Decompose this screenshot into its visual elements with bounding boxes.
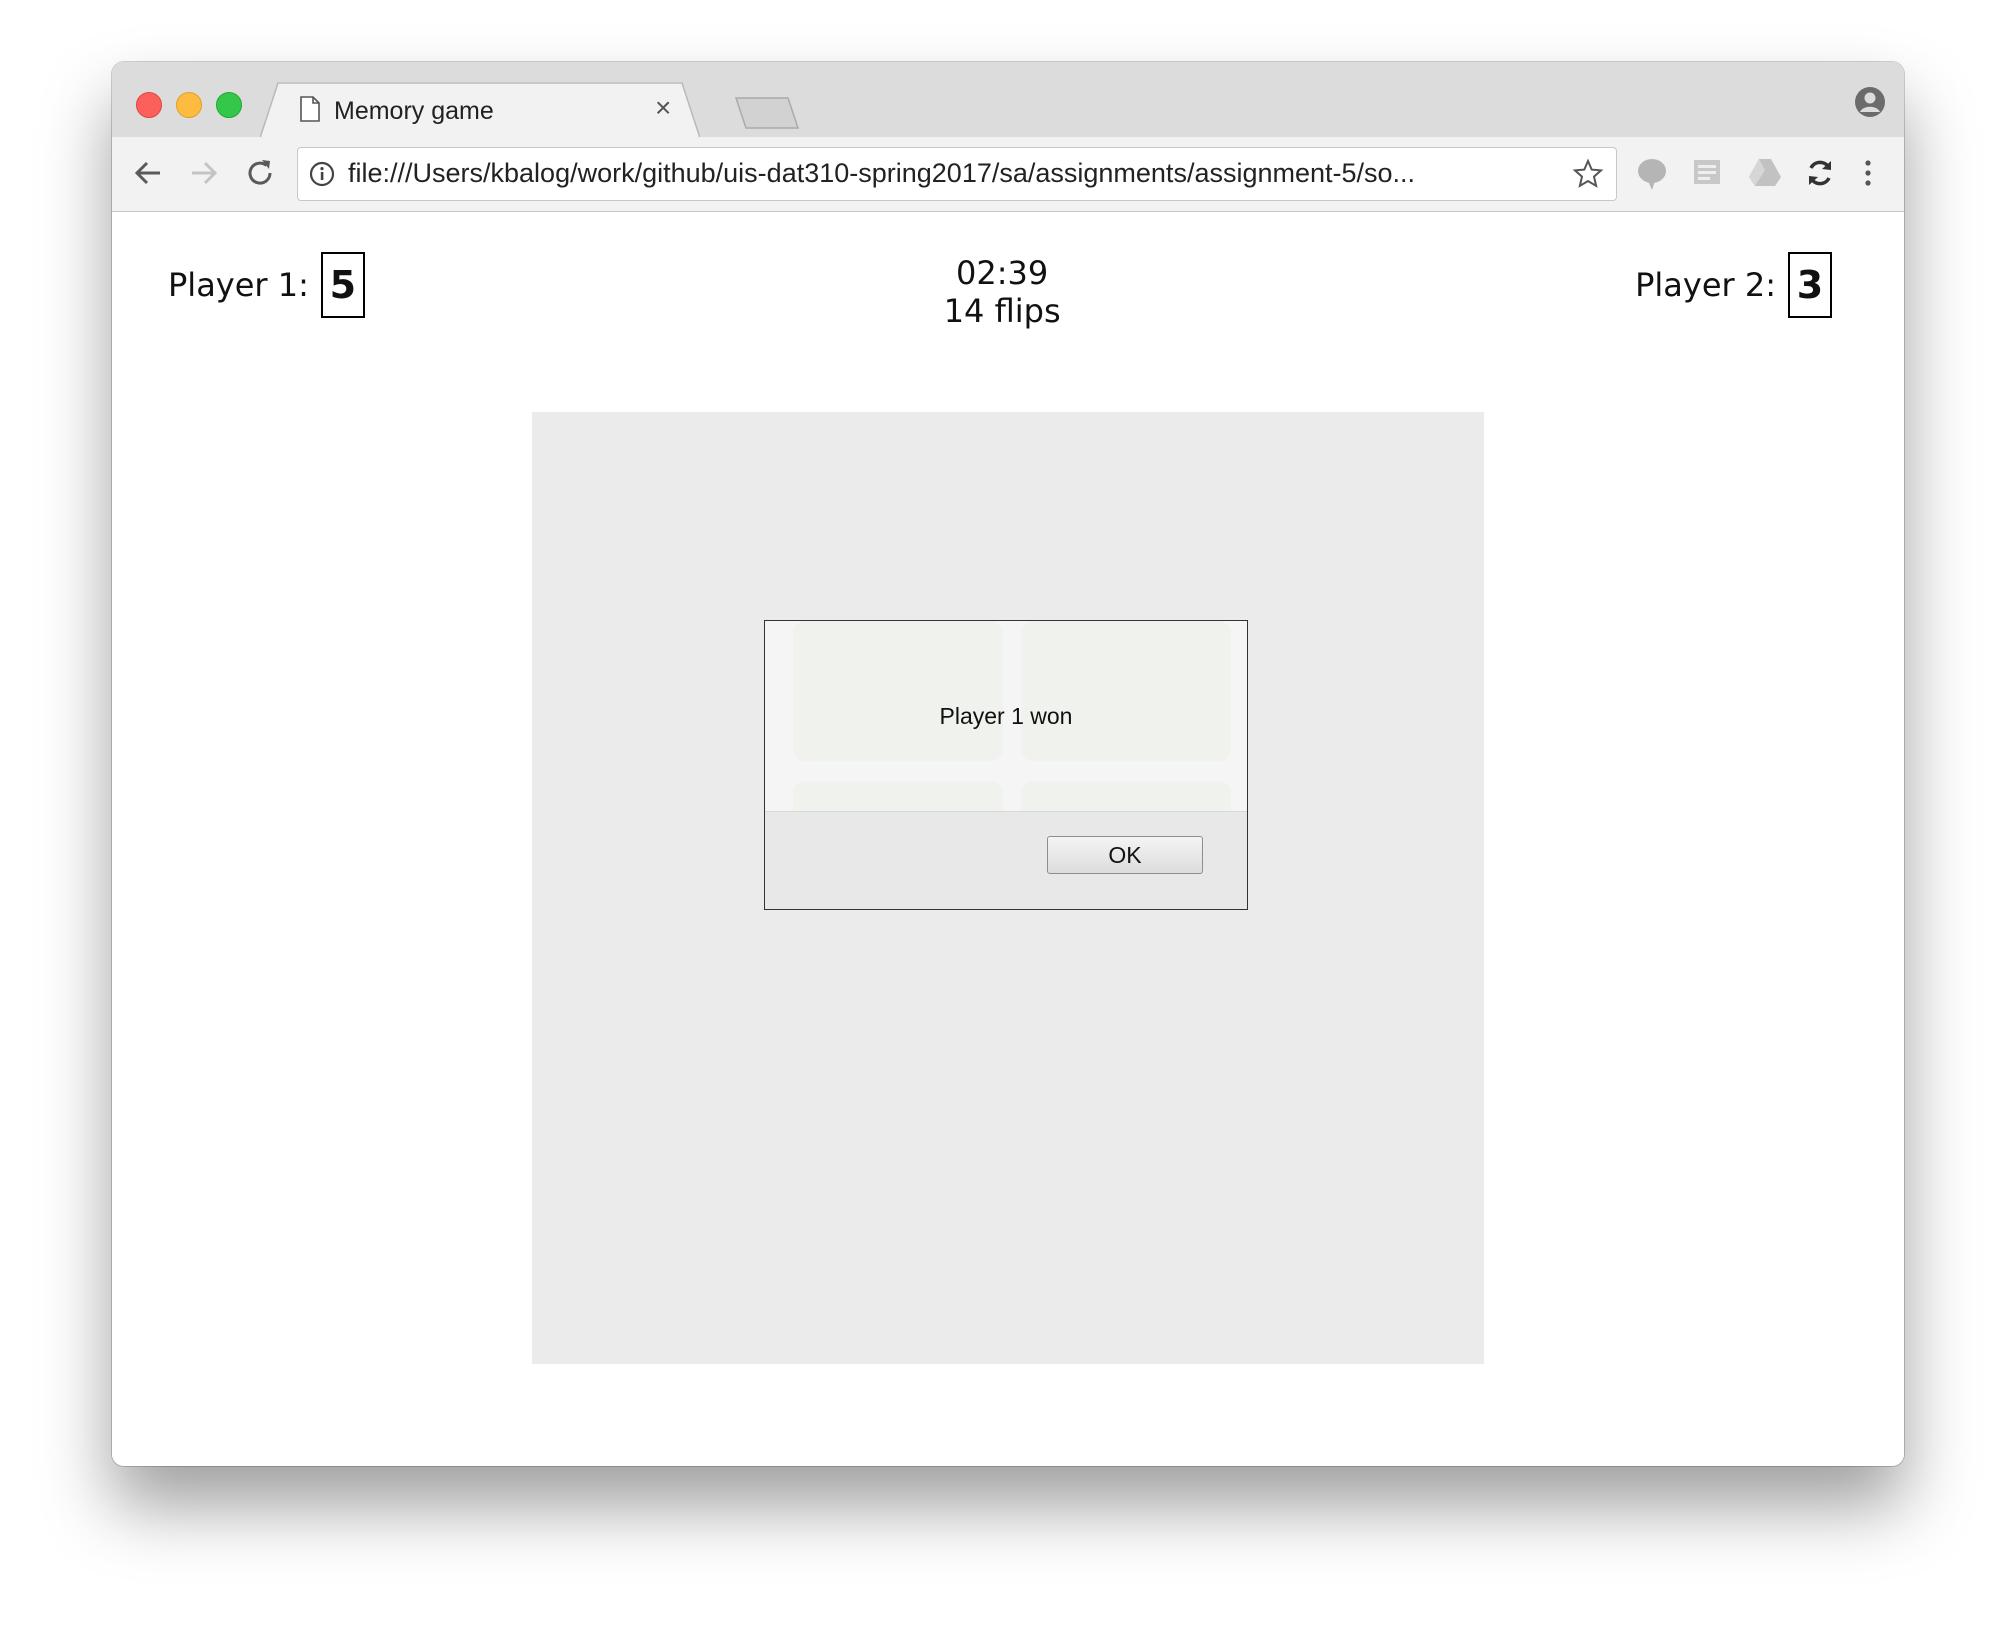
dialog-body: Player 1 won (765, 621, 1247, 909)
forward-arrow-icon[interactable] (188, 157, 220, 194)
browser-toolbar: file:///Users/kbalog/work/github/uis-dat… (112, 137, 1904, 212)
close-window-button[interactable] (136, 92, 162, 118)
game-status: 02:39 14 flips (944, 254, 1061, 330)
minimize-window-button[interactable] (176, 92, 202, 118)
alert-dialog: Player 1 won OK (764, 620, 1248, 910)
player1-score: 5 (320, 252, 365, 318)
sync-extension-icon[interactable] (1804, 157, 1836, 194)
drive-extension-icon[interactable] (1748, 157, 1782, 192)
tab-memory-game[interactable]: Memory game × (260, 82, 700, 138)
page-content: Player 1: 5 02:39 14 flips Player 2: 3 P… (112, 212, 1904, 1466)
profile-icon[interactable] (1854, 86, 1886, 123)
browser-window: Memory game × file:///Users/kbalog/work/… (112, 62, 1904, 1466)
speech-bubble-extension-icon[interactable] (1636, 157, 1668, 196)
tab-strip: Memory game × (112, 62, 1904, 138)
dialog-footer: OK (765, 811, 1247, 909)
address-bar[interactable]: file:///Users/kbalog/work/github/uis-dat… (297, 147, 1617, 201)
player2-label: Player 2: (1635, 266, 1776, 304)
url-text[interactable]: file:///Users/kbalog/work/github/uis-dat… (348, 158, 1415, 189)
flip-count: 14 flips (943, 292, 1061, 330)
close-tab-icon[interactable]: × (655, 93, 671, 123)
player2-score: 3 (1788, 252, 1832, 318)
player2-scoreboard: Player 2: 3 (1635, 252, 1832, 318)
page-icon (300, 96, 320, 127)
reload-icon[interactable] (244, 157, 276, 194)
info-icon[interactable] (308, 160, 336, 193)
player1-scoreboard: Player 1: 5 (168, 252, 365, 318)
new-tab-button[interactable] (734, 96, 802, 135)
maximize-window-button[interactable] (216, 92, 242, 118)
dialog-message: Player 1 won (939, 703, 1073, 729)
timer: 02:39 (956, 254, 1049, 292)
menu-dots-icon[interactable] (1862, 157, 1874, 194)
back-arrow-icon[interactable] (132, 157, 164, 194)
game-board: Player 1 won OK (532, 412, 1484, 1364)
document-extension-icon[interactable] (1692, 157, 1722, 192)
background-card (793, 621, 1003, 761)
ok-button[interactable]: OK (1047, 836, 1203, 874)
player1-label: Player 1: (168, 266, 309, 304)
bookmark-star-icon[interactable] (1572, 158, 1604, 195)
background-card (1021, 621, 1231, 761)
tab-title: Memory game (334, 97, 494, 125)
